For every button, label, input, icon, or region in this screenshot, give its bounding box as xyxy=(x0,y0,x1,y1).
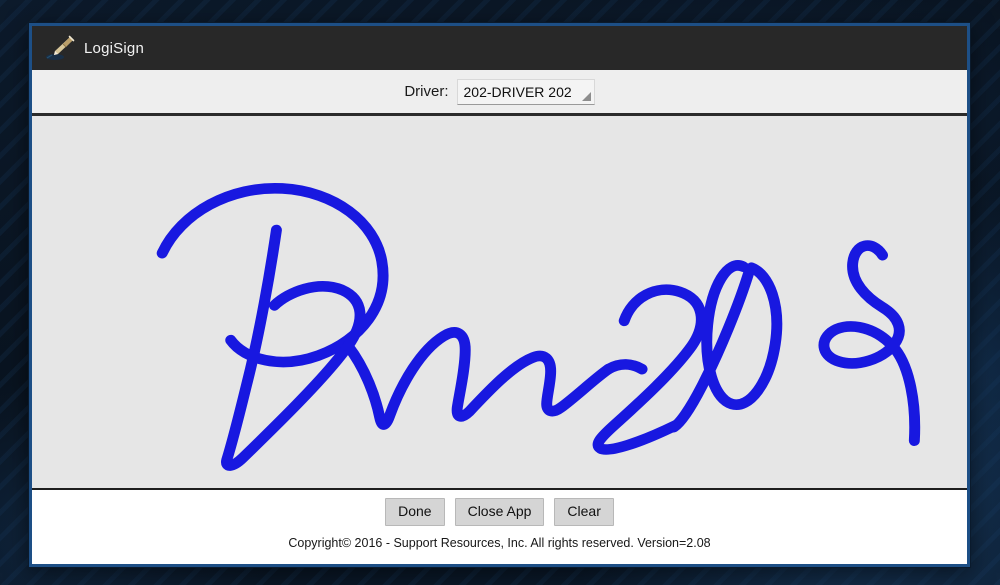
signature-canvas[interactable] xyxy=(32,116,967,490)
footer-bar: Copyright© 2016 - Support Resources, Inc… xyxy=(32,534,967,564)
clear-button[interactable]: Clear xyxy=(554,497,614,527)
logisign-app-window: LogiSign Driver: 202-DRIVER 202 Done Clo… xyxy=(29,23,970,567)
pen-stylus-icon xyxy=(42,33,76,63)
driver-label: Driver: xyxy=(404,83,449,100)
button-bar: Done Close App Clear xyxy=(32,490,967,534)
done-button[interactable]: Done xyxy=(385,497,445,527)
driver-dropdown-value: 202-DRIVER 202 xyxy=(463,83,572,100)
driver-dropdown[interactable]: 202-DRIVER 202 xyxy=(456,78,595,105)
dropdown-caret-icon xyxy=(581,91,591,101)
driver-bar: Driver: 202-DRIVER 202 xyxy=(32,70,967,116)
app-title: LogiSign xyxy=(84,39,144,57)
copyright-text: Copyright© 2016 - Support Resources, Inc… xyxy=(288,536,711,550)
close-app-button[interactable]: Close App xyxy=(454,497,545,527)
signature-ink xyxy=(156,183,921,471)
title-bar: LogiSign xyxy=(32,26,967,70)
